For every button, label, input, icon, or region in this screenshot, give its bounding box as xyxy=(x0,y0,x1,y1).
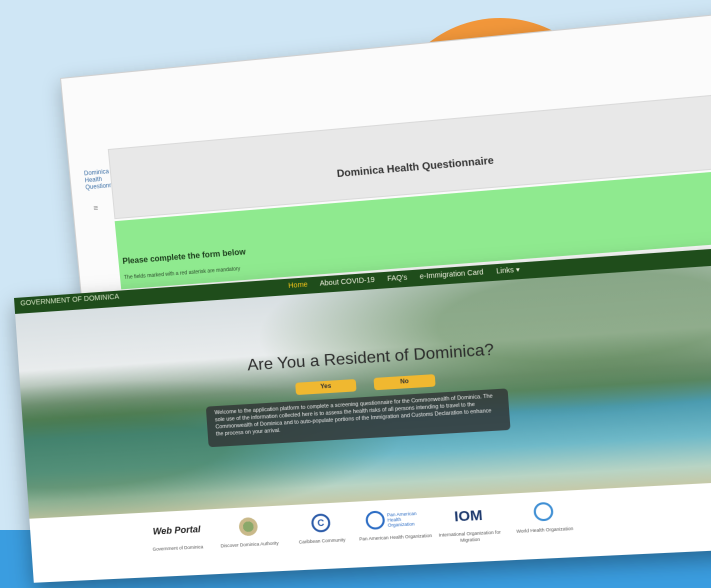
partner-label: World Health Organization xyxy=(516,525,574,534)
notice-heading: Please complete the form below xyxy=(122,247,247,266)
partner-iom[interactable]: IOM International Organization for Migra… xyxy=(430,502,507,545)
hero-title: Are You a Resident of Dominica? xyxy=(246,341,495,375)
partner-label: Discover Dominica Authority xyxy=(220,540,279,549)
partner-who[interactable]: World Health Organization xyxy=(505,498,583,535)
web-portal-logo: Web Portal xyxy=(152,524,201,537)
partner-label: International Organization for Migration xyxy=(438,529,501,543)
partner-label: Government of Dominica xyxy=(152,544,204,552)
nav-item-faqs[interactable]: FAQ's xyxy=(387,275,407,284)
who-logo xyxy=(505,498,582,525)
partner-government[interactable]: Web Portal Government of Dominica xyxy=(140,517,214,553)
nav-item-immigration-card[interactable]: e-Immigration Card xyxy=(420,269,484,281)
nav-item-home[interactable]: Home xyxy=(288,281,308,289)
notice-subtext: The fields marked with a red asterisk ar… xyxy=(123,266,241,282)
nav-logo[interactable]: GOVERNMENT OF DOMINICA xyxy=(20,294,119,308)
partner-discover-dominica[interactable]: Discover Dominica Authority xyxy=(212,514,286,550)
menu-icon[interactable]: ≡ xyxy=(93,203,98,212)
iom-logo: IOM xyxy=(453,506,484,525)
caricom-logo: C xyxy=(284,510,359,536)
paho-logo: Pan American Health Organization xyxy=(357,506,432,532)
partner-label: Caribbean Community xyxy=(298,537,346,545)
no-button[interactable]: No xyxy=(373,374,436,391)
nav-item-about-covid[interactable]: About COVID-19 xyxy=(320,277,375,288)
partner-label: Pan American Health Organization xyxy=(358,532,433,542)
welcome-info-box: Welcome to the application platform to c… xyxy=(205,388,511,448)
nav-item-links[interactable]: Links ▾ xyxy=(496,267,520,276)
yes-button[interactable]: Yes xyxy=(295,379,357,396)
partner-caricom[interactable]: C Caribbean Community xyxy=(284,510,359,546)
partner-paho[interactable]: Pan American Health Organization Pan Ame… xyxy=(357,506,433,543)
homepage-window: GOVERNMENT OF DOMINICA Home About COVID-… xyxy=(14,247,711,583)
discover-dominica-logo xyxy=(212,514,286,540)
